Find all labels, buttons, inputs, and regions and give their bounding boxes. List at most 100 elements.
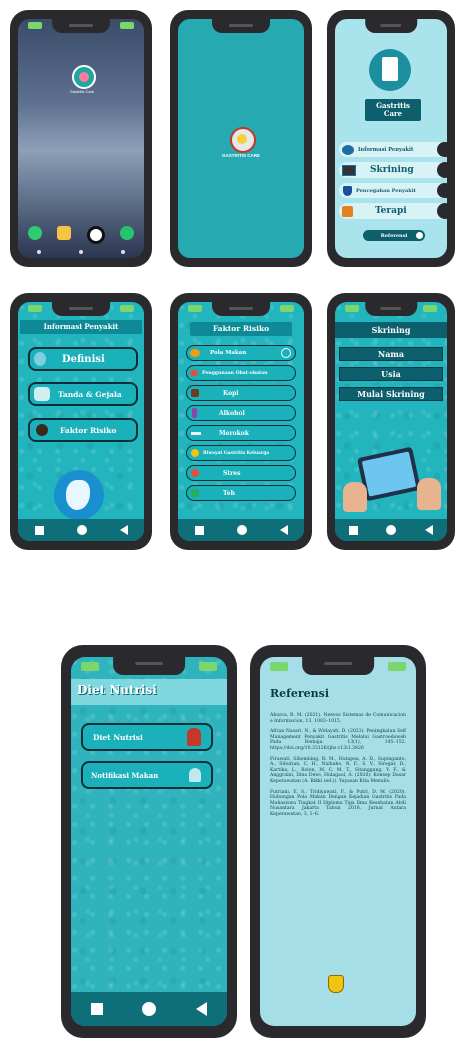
referensi-entry: Firawati, Sihombing, R. M., Hutapea, A. … bbox=[270, 756, 406, 784]
referensi-entry: Aburca, R. M. (2021). Neevos Sistemas de… bbox=[270, 713, 406, 724]
notch bbox=[212, 19, 270, 33]
hand-icon bbox=[417, 478, 441, 510]
back-icon[interactable] bbox=[119, 525, 128, 535]
dock bbox=[28, 226, 134, 244]
skrining-screen: Skrining Nama Usia Mulai Skrining bbox=[335, 302, 447, 541]
home-button-icon[interactable] bbox=[236, 525, 247, 535]
faktor-title: Faktor Risiko bbox=[190, 322, 292, 336]
diet-nutrisi-button[interactable]: Diet Nutrisi bbox=[81, 723, 213, 751]
bulb-icon bbox=[34, 352, 46, 366]
family-icon bbox=[191, 449, 199, 457]
faktor-item-merokok[interactable]: Merokok bbox=[186, 425, 296, 441]
toggle-icon bbox=[437, 203, 447, 219]
notch bbox=[52, 19, 110, 33]
faktor-item-alkohol[interactable]: Alkohol bbox=[186, 405, 296, 421]
gastritis-app-icon[interactable] bbox=[72, 65, 96, 89]
home-button-icon[interactable] bbox=[142, 1002, 157, 1016]
diet-screen: Diet Nutrisi Diet Nutrisi Notifikasi Mak… bbox=[71, 657, 227, 1026]
faktor-item-stres[interactable]: Stres bbox=[186, 465, 296, 481]
camera-icon[interactable] bbox=[86, 226, 105, 244]
menu-terapi-button[interactable]: Terapi bbox=[339, 203, 447, 219]
usia-field[interactable]: Usia bbox=[339, 367, 443, 381]
faktor-item-kopi[interactable]: Kopi bbox=[186, 385, 296, 401]
menu-pencegahan-button[interactable]: Pencegahan Penyakit bbox=[339, 183, 447, 198]
splash-logo-icon bbox=[230, 127, 256, 153]
diet-item-label: Notifikasi Makan bbox=[91, 770, 159, 780]
menu-item-label: Informasi Penyakit bbox=[358, 146, 414, 153]
faktor-item-pola-makan[interactable]: Pola Makan bbox=[186, 345, 296, 361]
recents-icon[interactable] bbox=[349, 525, 359, 535]
nama-field[interactable]: Nama bbox=[339, 347, 443, 361]
menu-informasi-button[interactable]: Informasi Penyakit bbox=[339, 142, 447, 157]
bottom-nav bbox=[71, 992, 227, 1026]
faktor-item-riwayat[interactable]: Riwayat Gastritis Keluarga bbox=[186, 445, 296, 461]
faktor-label: Alkohol bbox=[219, 409, 245, 417]
battery-icon bbox=[120, 22, 134, 29]
stress-icon bbox=[191, 469, 199, 477]
recents-icon[interactable] bbox=[194, 525, 204, 535]
browser-icon[interactable] bbox=[119, 226, 134, 240]
notch bbox=[52, 302, 110, 316]
info-definisi-button[interactable]: Definisi bbox=[28, 347, 138, 371]
menu-item-label: Terapi bbox=[375, 206, 407, 216]
back-icon[interactable] bbox=[424, 525, 433, 535]
notifikasi-makan-button[interactable]: Notifikasi Makan bbox=[81, 761, 213, 789]
bottom-nav bbox=[18, 519, 144, 541]
bottle-icon bbox=[192, 408, 197, 418]
diet-title-bar: Diet Nutrisi bbox=[71, 679, 227, 705]
recents-icon[interactable] bbox=[121, 250, 125, 254]
home-button-icon[interactable] bbox=[79, 250, 83, 254]
menu-item-label: Pencegahan Penyakit bbox=[356, 187, 416, 194]
recents-icon[interactable] bbox=[90, 1003, 103, 1015]
info-item-label: Definisi bbox=[62, 353, 105, 365]
phone-skrining: Skrining Nama Usia Mulai Skrining bbox=[327, 293, 455, 550]
bottom-nav bbox=[335, 519, 447, 541]
phone-icon[interactable] bbox=[28, 226, 42, 240]
referensi-label: Referensi bbox=[380, 232, 408, 239]
cigarette-icon bbox=[191, 431, 201, 435]
mulai-skrining-button[interactable]: Mulai Skrining bbox=[339, 387, 443, 401]
back-icon[interactable] bbox=[196, 1002, 208, 1016]
battery-icon bbox=[199, 662, 217, 671]
menu-skrining-button[interactable]: Skrining bbox=[339, 162, 447, 178]
phone-referensi: Referensi Aburca, R. M. (2021). Neevos S… bbox=[250, 645, 426, 1038]
home-button-icon[interactable] bbox=[386, 525, 397, 535]
diet-item-label: Diet Nutrisi bbox=[93, 732, 143, 742]
menu-item-label: Skrining bbox=[370, 165, 414, 175]
home-button-icon[interactable] bbox=[76, 525, 87, 535]
info-faktor-button[interactable]: Faktor Risiko bbox=[28, 418, 138, 442]
referensi-entry: Futriani, E. S., Tridiyawati, F., & Putr… bbox=[270, 789, 406, 817]
faktor-label: Penggunaan Obat-obatan bbox=[202, 370, 268, 376]
phone-faktor: Faktor Risiko Pola Makan Penggunaan Obat… bbox=[170, 293, 312, 550]
info-gejala-button[interactable]: Tanda & Gejala bbox=[28, 382, 138, 406]
referensi-button[interactable]: Referensi bbox=[363, 230, 425, 241]
faktor-item-obat[interactable]: Penggunaan Obat-obatan bbox=[186, 365, 296, 381]
splash-logo-text: GASTRITIS CARE bbox=[221, 153, 260, 158]
info-item-label: Faktor Risiko bbox=[60, 425, 117, 435]
clock-icon bbox=[281, 348, 291, 358]
status-indicator bbox=[81, 662, 99, 671]
faktor-label: Merokok bbox=[219, 429, 249, 437]
faktor-label: Teh bbox=[223, 489, 235, 497]
recents-icon[interactable] bbox=[34, 525, 44, 535]
referensi-list: Aburca, R. M. (2021). Neevos Sistemas de… bbox=[270, 713, 406, 823]
diet-title: Diet Nutrisi bbox=[77, 683, 157, 697]
phone-info: Informasi Penyakit Definisi Tanda & Geja… bbox=[10, 293, 152, 550]
faktor-item-teh[interactable]: Teh bbox=[186, 485, 296, 501]
status-indicator bbox=[28, 305, 42, 312]
laptop-icon bbox=[342, 164, 356, 176]
notch bbox=[365, 19, 417, 33]
back-icon[interactable] bbox=[279, 525, 288, 535]
info-item-label: Tanda & Gejala bbox=[58, 389, 122, 399]
folder-icon[interactable] bbox=[57, 226, 72, 240]
faktor-label: Riwayat Gastritis Keluarga bbox=[203, 450, 270, 456]
bottom-nav bbox=[178, 519, 304, 541]
battery-icon bbox=[388, 662, 406, 671]
clipboard-logo-icon bbox=[369, 49, 411, 91]
phone-main-menu: Gastritis Care Informasi Penyakit Skrini… bbox=[327, 10, 455, 267]
pill-icon bbox=[190, 370, 198, 376]
coffee-icon bbox=[191, 389, 199, 397]
faktor-screen: Faktor Risiko Pola Makan Penggunaan Obat… bbox=[178, 302, 304, 541]
status-indicator bbox=[270, 662, 288, 671]
back-icon[interactable] bbox=[37, 250, 41, 254]
